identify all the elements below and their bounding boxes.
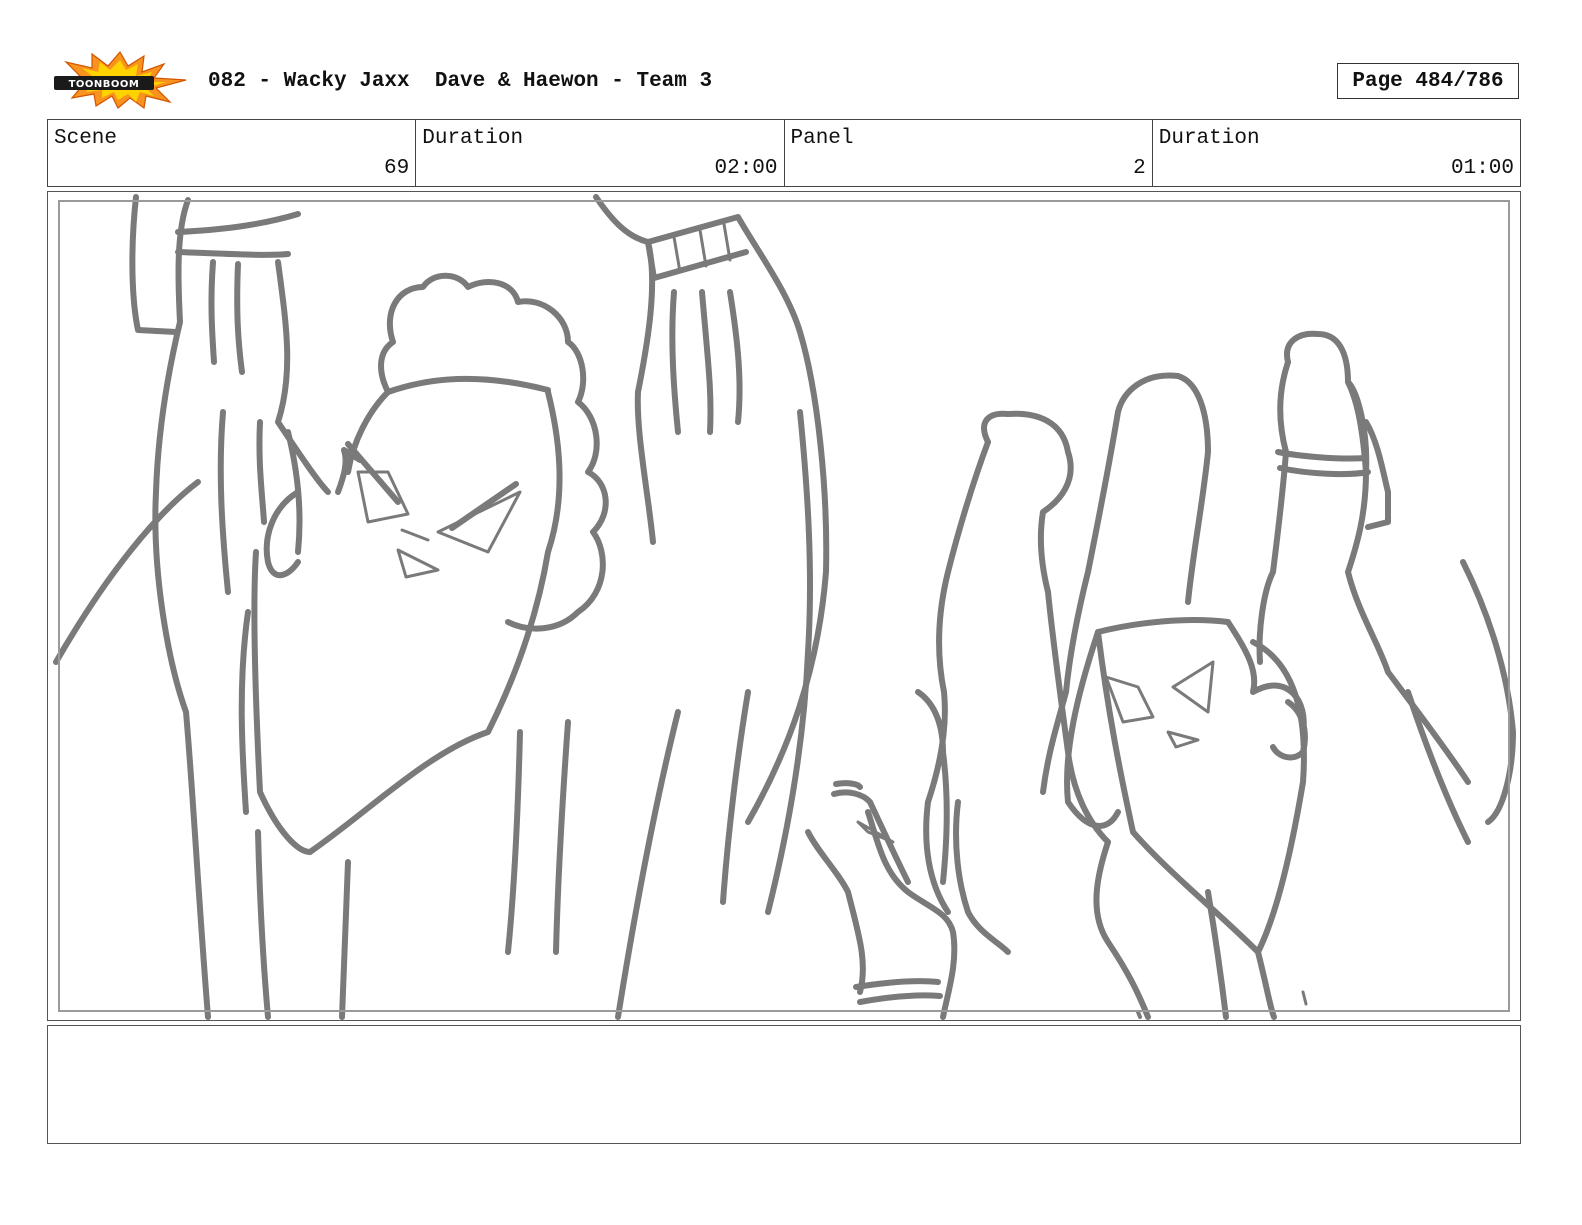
panel-duration-value: 01:00: [1450, 157, 1514, 180]
storyboard-title: 082 - Wacky Jaxx Dave & Haewon - Team 3: [208, 70, 713, 93]
panel-value: 2: [1133, 157, 1146, 180]
panel-notes-box: [47, 1025, 1521, 1144]
panel-duration-label: Duration: [1158, 127, 1260, 150]
scene-label: Scene: [54, 127, 118, 150]
scene-info-row: Scene 69 Duration 02:00 Panel 2 Duration…: [47, 119, 1521, 187]
toonboom-logo: TOONBOOM: [54, 50, 187, 110]
panel-safe-area: [58, 200, 1510, 1012]
scene-value: 69: [384, 157, 410, 180]
scene-duration-value: 02:00: [714, 157, 778, 180]
panel-duration-cell: Duration 01:00: [1153, 120, 1520, 186]
panel-label: Panel: [790, 127, 854, 150]
scene-duration-label: Duration: [422, 127, 524, 150]
page-number: Page 484/786: [1337, 63, 1519, 99]
storyboard-panel: [47, 191, 1521, 1021]
panel-cell: Panel 2: [785, 120, 1153, 186]
scene-cell: Scene 69: [48, 120, 417, 186]
scene-duration-cell: Duration 02:00: [416, 120, 785, 186]
logo-text: TOONBOOM: [69, 79, 140, 90]
